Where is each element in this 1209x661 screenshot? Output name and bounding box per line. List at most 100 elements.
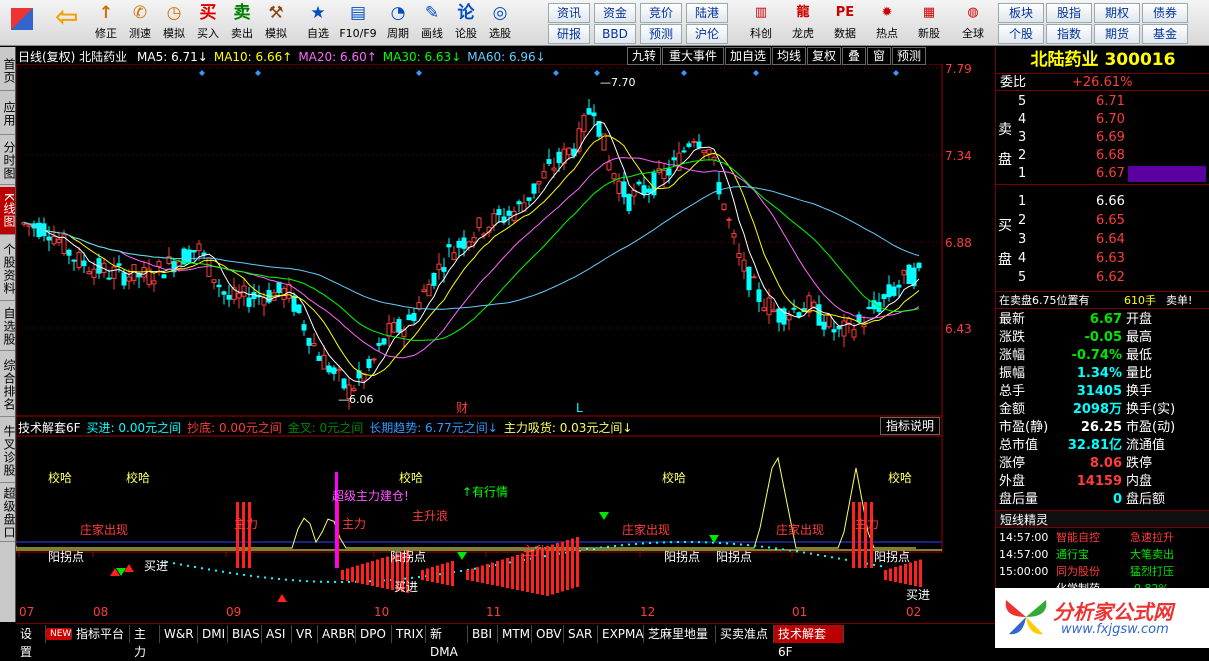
sidebar-tab-2[interactable]: 分时图 <box>0 137 16 185</box>
event-diamond-icon[interactable] <box>753 70 759 76</box>
sidebar-tab-3[interactable]: K线图 <box>0 187 16 235</box>
elf-row[interactable]: 14:57:00 通行宝 大笔卖出 <box>996 546 1209 564</box>
indicator-tab-15[interactable]: OBV <box>532 625 564 643</box>
quick-button-0[interactable]: 资讯 <box>548 3 590 23</box>
trend-dot <box>411 576 413 579</box>
toolbar-button-3[interactable]: 买买入 <box>192 2 224 44</box>
indicator-tab-4[interactable]: W&R <box>160 625 198 643</box>
chart-tool-6[interactable]: 窗 <box>867 47 891 65</box>
market-button-0[interactable]: 板块 <box>998 3 1044 23</box>
toolbar-button-5[interactable]: ⚒ 模拟 <box>260 2 292 44</box>
toolbar-button-9[interactable]: ✎ 画线 <box>416 2 448 44</box>
quick-button-7[interactable]: 沪伦 <box>686 24 728 44</box>
market-button-2[interactable]: 期权 <box>1094 3 1140 23</box>
chart-tool-5[interactable]: 叠 <box>842 47 866 65</box>
toolbar-right-button-0[interactable]: ▥ 科创 <box>742 2 780 44</box>
quick-button-3[interactable]: 陆港 <box>686 3 728 23</box>
market-button-4[interactable]: 个股 <box>998 24 1044 44</box>
toolbar-right-button-2[interactable]: PE 数据 <box>826 2 864 44</box>
buy-level-row[interactable]: 4 6.63 <box>996 250 1209 268</box>
toolbar-button-7[interactable]: ▤ F10/F9 <box>336 2 380 44</box>
toolbar-button-10[interactable]: 论论股 <box>450 2 482 44</box>
sidebar-tab-7[interactable]: 牛叉诊股 <box>0 419 16 483</box>
event-diamond-icon[interactable] <box>893 70 899 76</box>
chart-tool-0[interactable]: 九转 <box>627 47 661 65</box>
quick-button-4[interactable]: 研报 <box>548 24 590 44</box>
indicator-tab-19[interactable]: 买卖准点 <box>716 625 774 643</box>
toolbar-right-button-3[interactable]: ✹ 热点 <box>868 2 906 44</box>
quick-button-5[interactable]: BBD <box>594 24 636 44</box>
chart-tool-2[interactable]: 加自选 <box>725 47 771 65</box>
buy-level-row[interactable]: 2 6.65 <box>996 212 1209 230</box>
market-button-5[interactable]: 指数 <box>1046 24 1092 44</box>
kline-chart[interactable]: 7.79 7.34 6.88 6.43 07 08 09 10 11 12 01 02 —7.70 —6.… <box>16 64 995 624</box>
indicator-tab-0[interactable]: 设置 <box>16 625 46 659</box>
toolbar-button-1[interactable]: ✆ 测速 <box>124 2 156 44</box>
indicator-tab-2[interactable]: 指标平台 <box>72 625 130 643</box>
market-button-1[interactable]: 股指 <box>1046 3 1092 23</box>
indicator-tab-18[interactable]: 芝麻里地量 <box>644 625 716 643</box>
buy-level-row[interactable]: 5 6.62 <box>996 269 1209 287</box>
elf-row[interactable]: 15:00:00 同为股份 猛烈打压 <box>996 563 1209 581</box>
market-button-6[interactable]: 期货 <box>1094 24 1140 44</box>
toolbar-button-label: 画线 <box>421 27 443 40</box>
indicator-tab-6[interactable]: BIAS <box>228 625 262 643</box>
sidebar-tab-4[interactable]: 个股资料 <box>0 237 16 301</box>
chart-tool-4[interactable]: 复权 <box>807 47 841 65</box>
quick-button-1[interactable]: 资金 <box>594 3 636 23</box>
event-diamond-icon[interactable] <box>553 70 559 76</box>
toolbar-right-button-5[interactable]: ◍ 全球 <box>954 2 992 44</box>
chart-tool-1[interactable]: 重大事件 <box>662 47 724 65</box>
indicator-tab-16[interactable]: SAR <box>564 625 598 643</box>
sidebar-tab-0[interactable]: 首页 <box>0 51 16 91</box>
quick-button-6[interactable]: 预测 <box>640 24 682 44</box>
indicator-tab-17[interactable]: EXPMA <box>598 625 644 643</box>
sidebar-tab-6[interactable]: 综合排名 <box>0 353 16 417</box>
sell-level-row[interactable]: 4 6.70 <box>996 111 1209 129</box>
indicator-help-button[interactable]: 指标说明 <box>880 417 940 435</box>
watermark-logo: 分析家公式网 www.fxjgsw.com <box>995 588 1209 648</box>
event-diamond-icon[interactable] <box>416 70 422 76</box>
menu-grid-button[interactable] <box>4 2 40 44</box>
indicator-tab-10[interactable]: DPO <box>356 625 392 643</box>
indicator-tab-20[interactable]: 技术解套6F <box>774 625 844 659</box>
back-button[interactable]: ⇦ <box>46 2 86 44</box>
sell-level-row[interactable]: 3 6.69 <box>996 129 1209 147</box>
market-button-7[interactable]: 基金 <box>1142 24 1188 44</box>
sidebar-tab-5[interactable]: 自选股 <box>0 303 16 351</box>
indicator-tab-9[interactable]: ARBR <box>318 625 356 643</box>
market-button-3[interactable]: 债券 <box>1142 3 1188 23</box>
indicator-tab-12[interactable]: 新DMA <box>426 625 468 659</box>
event-diamond-icon[interactable] <box>199 70 205 76</box>
indicator-tab-3[interactable]: 主力 <box>130 625 160 659</box>
sidebar-tab-1[interactable]: 应用 <box>0 93 16 135</box>
event-diamond-icon[interactable] <box>681 70 687 76</box>
indicator-tab-8[interactable]: VR <box>292 625 318 643</box>
toolbar-button-11[interactable]: ◎ 选股 <box>484 2 516 44</box>
indicator-tab-11[interactable]: TRIX <box>392 625 426 643</box>
indicator-tab-1[interactable]: NEW <box>46 628 72 640</box>
toolbar-button-8[interactable]: ◔ 周期 <box>382 2 414 44</box>
sell-level-row[interactable]: 5 6.71 <box>996 93 1209 111</box>
toolbar-button-4[interactable]: 卖卖出 <box>226 2 258 44</box>
indicator-tab-7[interactable]: ASI <box>262 625 292 643</box>
toolbar-button-0[interactable]: ↑ 修正 <box>90 2 122 44</box>
toolbar-button-2[interactable]: ◷ 模拟 <box>158 2 190 44</box>
sell-level-row[interactable]: 1 6.67 <box>996 165 1209 183</box>
buy-level-row[interactable]: 3 6.64 <box>996 231 1209 249</box>
chart-tool-3[interactable]: 均线 <box>772 47 806 65</box>
chart-tool-7[interactable]: 预测 <box>892 47 926 65</box>
indicator-tab-5[interactable]: DMI <box>198 625 228 643</box>
elf-row[interactable]: 14:57:00 智能自控 急速拉升 <box>996 529 1209 547</box>
toolbar-right-button-4[interactable]: ▦ 新股 <box>910 2 948 44</box>
sidebar-tab-8[interactable]: 超级盘口 <box>0 485 16 542</box>
event-diamond-icon[interactable] <box>255 70 261 76</box>
toolbar-right-button-1[interactable]: 龍龙虎 <box>784 2 822 44</box>
quick-button-2[interactable]: 竞价 <box>640 3 682 23</box>
spike-bar <box>870 502 873 568</box>
indicator-tab-14[interactable]: MTM <box>498 625 532 643</box>
toolbar-button-6[interactable]: ★ 自选 <box>302 2 334 44</box>
sell-level-row[interactable]: 2 6.68 <box>996 147 1209 165</box>
buy-level-row[interactable]: 1 6.66 <box>996 193 1209 211</box>
indicator-tab-13[interactable]: BBI <box>468 625 498 643</box>
